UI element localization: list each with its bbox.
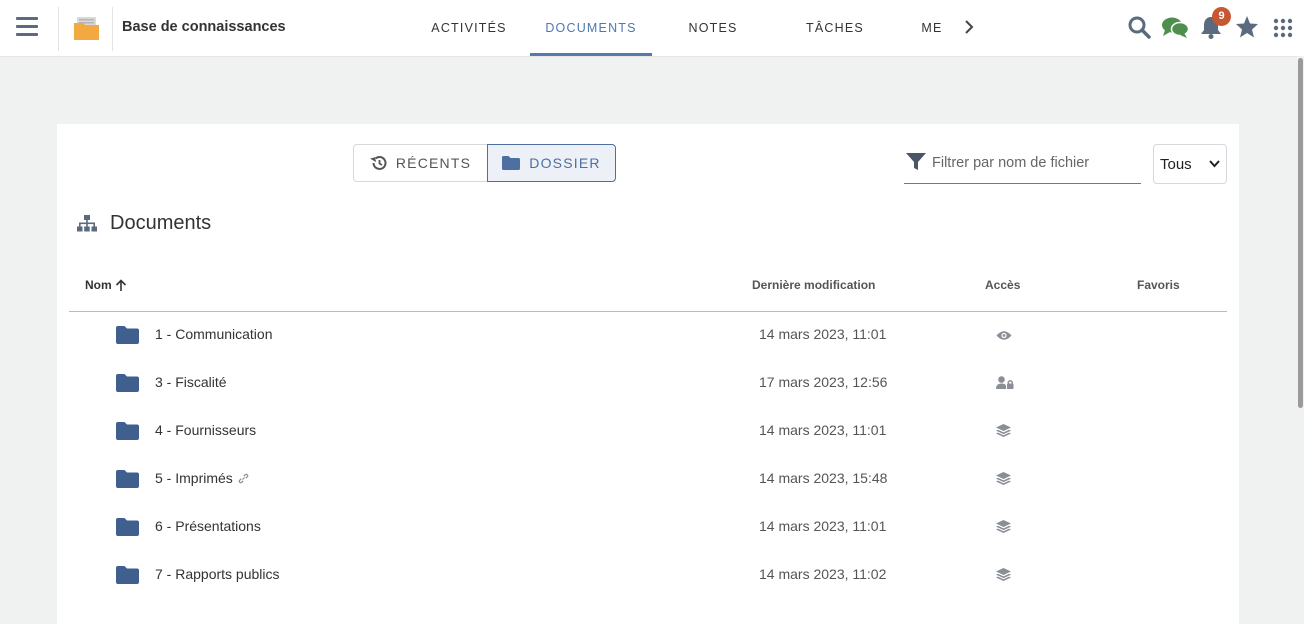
documents-card: RÉCENTS DOSSIER Tous Documents: [57, 124, 1239, 624]
row-modified: 14 mars 2023, 11:01: [759, 518, 887, 534]
row-name-text: 3 - Fiscalité: [155, 374, 227, 390]
folder-icon: [116, 422, 139, 445]
app-title: Base de connaissances: [122, 19, 286, 35]
menu-icon[interactable]: [16, 17, 38, 37]
row-name-text: 5 - Imprimés: [155, 470, 233, 486]
folder-icon: [502, 156, 521, 170]
section-header: Documents: [77, 212, 211, 235]
table-row[interactable]: 6 - Présentations 14 mars 2023, 11:01: [69, 503, 1227, 551]
column-header-name-label: Nom: [85, 278, 112, 292]
row-name-text: 7 - Rapports publics: [155, 566, 280, 582]
chevron-right-icon[interactable]: [961, 19, 977, 35]
tab-more[interactable]: ME: [914, 0, 950, 56]
layers-icon: [996, 424, 1011, 442]
layers-icon: [996, 568, 1011, 586]
tab-taches[interactable]: TÂCHES: [782, 0, 888, 56]
row-modified: 14 mars 2023, 15:48: [759, 470, 888, 486]
history-icon: [369, 155, 387, 170]
divider: [112, 7, 113, 51]
row-modified: 14 mars 2023, 11:02: [759, 566, 887, 582]
search-icon[interactable]: [1127, 15, 1151, 39]
row-name[interactable]: 4 - Fournisseurs: [155, 422, 256, 438]
sitemap-icon: [77, 215, 97, 232]
table-row[interactable]: 7 - Rapports publics 14 mars 2023, 11:02: [69, 551, 1227, 599]
table-row[interactable]: 3 - Fiscalité 17 mars 2023, 12:56: [69, 359, 1227, 407]
scope-select[interactable]: Tous: [1153, 144, 1227, 184]
row-modified: 14 mars 2023, 11:01: [759, 326, 887, 342]
top-bar: Base de connaissances ACTIVITÉS DOCUMENT…: [0, 0, 1304, 57]
table-row[interactable]: 1 - Communication 14 mars 2023, 11:01: [69, 311, 1227, 359]
row-name[interactable]: 6 - Présentations: [155, 518, 261, 534]
column-header-favorites[interactable]: Favoris: [1137, 278, 1180, 292]
chat-icon[interactable]: [1161, 15, 1189, 39]
divider: [58, 7, 59, 51]
row-modified: 14 mars 2023, 11:01: [759, 422, 887, 438]
tab-documents[interactable]: DOCUMENTS: [530, 0, 652, 56]
column-header-name[interactable]: Nom: [85, 278, 127, 292]
row-name[interactable]: 3 - Fiscalité: [155, 374, 227, 390]
row-modified: 17 mars 2023, 12:56: [759, 374, 888, 390]
dossier-button[interactable]: DOSSIER: [487, 144, 616, 182]
filter-field: [904, 147, 1141, 184]
layers-icon: [996, 472, 1011, 490]
link-icon: [238, 473, 249, 483]
row-name[interactable]: 7 - Rapports publics: [155, 566, 280, 582]
notification-badge: 9: [1212, 7, 1231, 26]
tab-notes[interactable]: NOTES: [660, 0, 766, 56]
filter-input[interactable]: [932, 151, 1137, 175]
row-name[interactable]: 5 - Imprimés: [155, 470, 249, 486]
folder-app-icon: [74, 17, 99, 40]
eye-icon: [996, 328, 1012, 346]
section-title: Documents: [110, 212, 212, 234]
sort-arrow-up-icon: [115, 278, 126, 291]
apps-grid-icon[interactable]: [1273, 18, 1293, 38]
tab-activites[interactable]: ACTIVITÉS: [415, 0, 523, 56]
scope-select-value: Tous: [1160, 155, 1192, 173]
row-name-text: 4 - Fournisseurs: [155, 422, 257, 438]
folder-icon: [116, 326, 139, 349]
table-row[interactable]: 5 - Imprimés 14 mars 2023, 15:48: [69, 455, 1227, 503]
dossier-label: DOSSIER: [529, 155, 601, 171]
star-icon[interactable]: [1235, 15, 1259, 39]
folder-icon: [116, 374, 139, 397]
column-header-access[interactable]: Accès: [985, 278, 1020, 292]
folder-icon: [116, 470, 139, 493]
row-name[interactable]: 1 - Communication: [155, 326, 273, 342]
recents-button[interactable]: RÉCENTS: [353, 144, 488, 182]
layers-icon: [996, 520, 1011, 538]
recents-label: RÉCENTS: [395, 155, 472, 171]
row-name-text: 6 - Présentations: [155, 518, 261, 534]
user-lock-icon: [996, 376, 1014, 394]
table-header: Nom Dernière modification Accès Favoris: [69, 271, 1227, 312]
folder-icon: [116, 566, 139, 589]
folder-icon: [116, 518, 139, 541]
row-name-text: 1 - Communication: [155, 326, 273, 342]
table-row[interactable]: 4 - Fournisseurs 14 mars 2023, 11:01: [69, 407, 1227, 455]
scrollbar-thumb[interactable]: [1298, 58, 1303, 408]
filter-icon: [906, 153, 926, 170]
column-header-modified[interactable]: Dernière modification: [752, 278, 875, 292]
chevron-down-icon: [1209, 160, 1220, 168]
